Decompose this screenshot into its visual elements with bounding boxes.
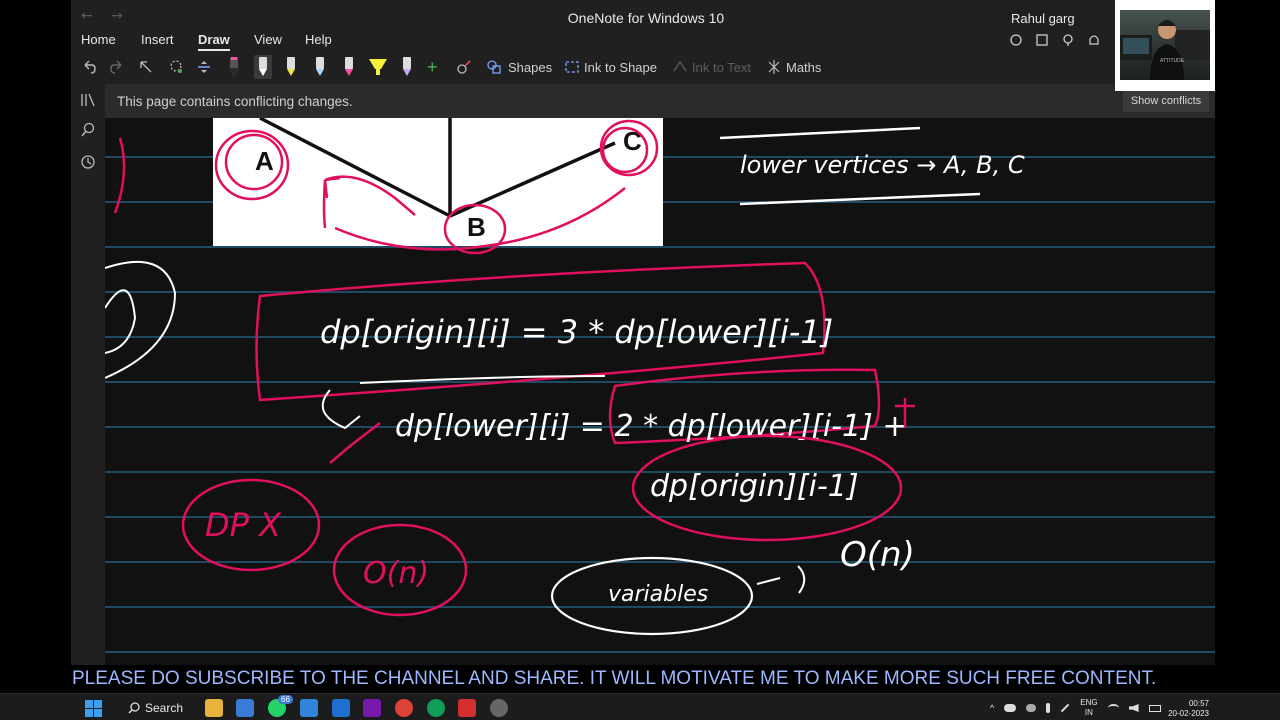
undo-icon[interactable] <box>81 56 97 78</box>
taskbar-search-button[interactable]: Search <box>122 698 186 718</box>
volume-icon[interactable] <box>1128 704 1139 712</box>
add-pen-icon[interactable]: + <box>427 56 438 78</box>
search-icon <box>128 702 140 714</box>
windows-taskbar: Search 66 ^ ENG IN 00:57 20-02-2023 <box>0 693 1280 720</box>
whatsapp-badge: 66 <box>278 695 293 704</box>
mail-icon[interactable] <box>332 699 350 717</box>
node-b-label: B <box>467 212 486 242</box>
subscribe-banner-text: PLEASE DO SUBSCRIBE TO THE CHANNEL AND S… <box>72 668 1157 689</box>
chrome-profile-icon[interactable] <box>427 699 445 717</box>
microphone-icon[interactable] <box>1046 703 1051 713</box>
chevron-up-icon[interactable]: ^ <box>990 703 994 713</box>
menu-view[interactable]: View <box>254 32 282 47</box>
search-icon[interactable] <box>80 122 96 138</box>
graph-diagram-image: A B C <box>213 118 663 246</box>
webcam-overlay: ATTITUDE <box>1115 0 1215 91</box>
equation-2-continuation: dp[origin][i-1] <box>650 469 859 504</box>
onedrive-icon[interactable] <box>1004 704 1017 712</box>
top-note-text: lower vertices → A, B, C <box>740 151 1025 179</box>
chrome-icon[interactable] <box>395 699 413 717</box>
clock-time: 00:57 <box>1188 699 1209 708</box>
variables-text: variables <box>608 582 708 607</box>
left-partial-ink <box>105 260 177 379</box>
maths-button[interactable]: Maths <box>766 56 821 78</box>
redo-icon[interactable] <box>109 56 125 78</box>
language-indicator[interactable]: ENG IN <box>1080 698 1097 718</box>
onenote-window: ← → OneNote for Windows 10 Rahul garg Ho… <box>71 0 1215 665</box>
onenote-taskbar-icon[interactable] <box>363 699 381 717</box>
ink-to-text-label: Ink to Text <box>692 59 752 75</box>
cloud-icon[interactable] <box>1026 704 1037 712</box>
presenter-video: ATTITUDE <box>1120 10 1210 80</box>
pen-pink[interactable] <box>340 55 358 79</box>
settings-icon[interactable] <box>490 699 508 717</box>
dp-x-text: DP X <box>205 506 282 544</box>
show-conflicts-button[interactable]: Show conflicts <box>1123 90 1209 112</box>
menu-insert[interactable]: Insert <box>141 32 174 47</box>
pen-tray-icon[interactable] <box>1060 703 1070 713</box>
lasso-select-icon[interactable] <box>168 56 184 78</box>
title-bar: ← → OneNote for Windows 10 Rahul garg <box>71 0 1215 34</box>
menu-home[interactable]: Home <box>81 32 116 47</box>
pen-lightblue[interactable] <box>311 55 329 79</box>
menu-draw[interactable]: Draw <box>198 32 230 51</box>
ink-to-shape-label: Ink to Shape <box>584 59 657 75</box>
recent-notes-icon[interactable] <box>80 154 96 170</box>
page-canvas[interactable]: A B C lower vertices → A, B, C dp[origin… <box>105 118 1215 665</box>
type-select-icon[interactable] <box>138 56 154 78</box>
ink-to-shape-button[interactable]: Ink to Shape <box>564 56 657 78</box>
bell-icon[interactable] <box>1087 33 1101 47</box>
lightbulb-icon[interactable] <box>1061 33 1075 47</box>
ink-to-text-button[interactable]: Ink to Text <box>672 56 751 78</box>
windows-start-icon[interactable] <box>85 700 102 717</box>
conflict-notice-text: This page contains conflicting changes. <box>117 94 353 109</box>
store-icon[interactable] <box>300 699 318 717</box>
pen-white[interactable] <box>254 55 272 79</box>
battery-icon[interactable] <box>1148 704 1161 712</box>
on-left-text: O(n) <box>363 556 429 591</box>
on-right-text: O(n) <box>840 535 915 575</box>
navigation-sidebar <box>71 84 105 665</box>
pen-yellow[interactable] <box>282 55 300 79</box>
wifi-icon[interactable] <box>1107 704 1119 712</box>
equation-2-text: dp[lower][i] = 2 * dp[lower][i-1] + <box>395 409 907 444</box>
region-label: IN <box>1084 708 1093 717</box>
conflict-notice-bar: This page contains conflicting changes. … <box>71 84 1215 118</box>
pdf-reader-icon[interactable] <box>458 699 476 717</box>
file-explorer-icon[interactable] <box>205 699 223 717</box>
taskbar-clock[interactable]: 00:57 20-02-2023 <box>1163 699 1209 719</box>
pen-dark[interactable] <box>225 55 243 79</box>
ink-drawing: A B C lower vertices → A, B, C dp[origin… <box>105 118 1025 636</box>
shapes-button[interactable]: Shapes <box>486 56 552 78</box>
desktop-app-icon[interactable] <box>236 699 254 717</box>
equation-1-text: dp[origin][i] = 3 * dp[lower][i-1] <box>320 313 833 351</box>
lang-label: ENG <box>1080 698 1098 707</box>
equation-1: dp[origin][i] = 3 * dp[lower][i-1] <box>255 261 833 402</box>
equation-2: dp[lower][i] = 2 * dp[lower][i-1] + dp[o… <box>321 368 915 542</box>
system-tray: ^ ENG IN <box>990 697 1161 719</box>
screen: ← → OneNote for Windows 10 Rahul garg Ho… <box>0 0 1280 720</box>
svg-text:ATTITUDE: ATTITUDE <box>1160 58 1185 64</box>
taskbar-search-label: Search <box>145 701 184 715</box>
maths-label: Maths <box>786 59 822 75</box>
header-actions <box>1009 33 1101 51</box>
draw-toolbar: + Shapes Ink to Shape Ink to Text Maths <box>71 52 1215 82</box>
notebooks-icon[interactable] <box>80 92 96 108</box>
shapes-label: Shapes <box>508 59 553 75</box>
subscribe-banner: PLEASE DO SUBSCRIBE TO THE CHANNEL AND S… <box>0 665 1280 693</box>
node-a-label: A <box>255 146 274 176</box>
menu-help[interactable]: Help <box>305 32 332 47</box>
clock-date: 20-02-2023 <box>1168 709 1209 718</box>
pen-purple[interactable] <box>398 55 416 79</box>
add-space-icon[interactable] <box>196 56 212 78</box>
notebook-icon[interactable] <box>1035 33 1049 47</box>
ruler-icon[interactable] <box>456 56 472 78</box>
sync-icon[interactable] <box>1009 33 1023 47</box>
top-note: lower vertices → A, B, C <box>719 126 1025 206</box>
highlighter-yellow[interactable] <box>367 55 389 79</box>
user-name[interactable]: Rahul garg <box>1011 11 1075 26</box>
